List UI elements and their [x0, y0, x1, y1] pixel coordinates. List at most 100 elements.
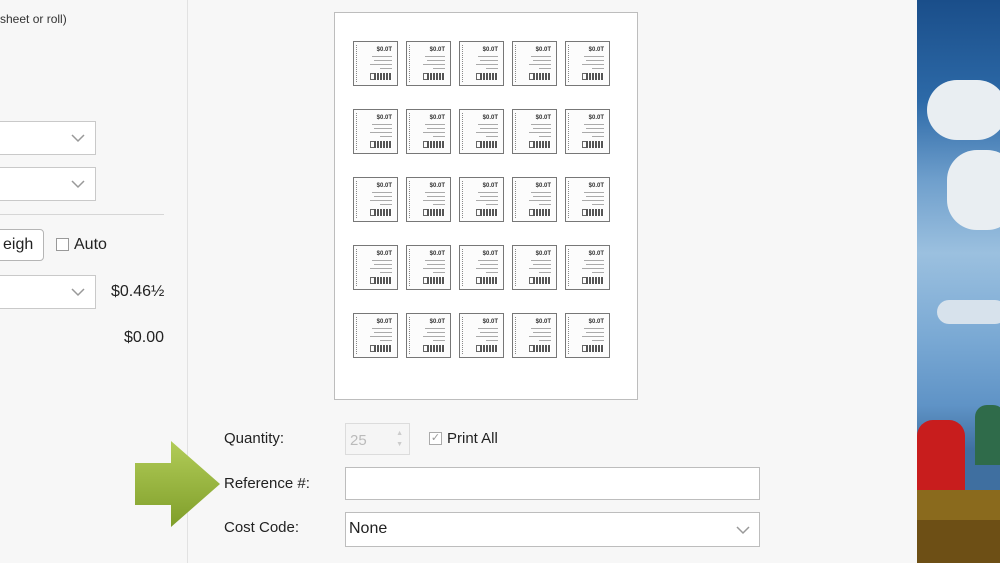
stamp-text-line: [531, 260, 551, 261]
stamp-text-line: [374, 128, 392, 129]
perforation: [462, 317, 466, 354]
stamp-text-line: [592, 136, 604, 137]
stamp-text-line: [531, 192, 551, 193]
perforation: [356, 113, 360, 150]
stamp-label: $0.0T: [353, 109, 398, 154]
stamp-text-line: [423, 132, 445, 133]
stamp-label: $0.0T: [406, 177, 451, 222]
reference-input[interactable]: [345, 467, 760, 500]
mail-class-select[interactable]: [0, 167, 96, 201]
stamp-price: $0.0T: [429, 183, 445, 189]
divider: [0, 214, 164, 215]
stamp-label: $0.0T: [512, 109, 557, 154]
stamp-label: $0.0T: [512, 313, 557, 358]
stamp-text-line: [425, 124, 445, 125]
barcode-icon: [480, 209, 498, 216]
stamp-text-line: [486, 136, 498, 137]
stamp-text-line: [478, 260, 498, 261]
stamp-text-line: [529, 336, 551, 337]
stamp-label: $0.0T: [353, 41, 398, 86]
auto-label: Auto: [74, 236, 107, 253]
stamp-text-line: [380, 272, 392, 273]
stamp-text-line: [423, 64, 445, 65]
barcode-icon: [533, 73, 551, 80]
barcode-icon: [586, 345, 604, 352]
stamp-text-line: [478, 124, 498, 125]
auto-checkbox[interactable]: [56, 238, 69, 251]
perforation: [356, 181, 360, 218]
perforation: [568, 317, 572, 354]
perforation: [568, 113, 572, 150]
perforation: [356, 45, 360, 82]
stamp-price: $0.0T: [482, 47, 498, 53]
mailbox: [917, 420, 965, 490]
perforation: [462, 181, 466, 218]
stamp-text-line: [531, 328, 551, 329]
stamp-text-line: [370, 200, 392, 201]
stamp-label: $0.0T: [459, 41, 504, 86]
stamp-price: $0.0T: [535, 251, 551, 257]
stamp-price: $0.0T: [376, 115, 392, 121]
barcode-icon: [427, 277, 445, 284]
perforation: [409, 45, 413, 82]
perforation: [462, 249, 466, 286]
stamp-price: $0.0T: [588, 251, 604, 257]
label-type-select[interactable]: [0, 121, 96, 155]
stamp-text-line: [584, 260, 604, 261]
stamp-label: $0.0T: [565, 109, 610, 154]
stamp-text-line: [372, 56, 392, 57]
post: [917, 520, 1000, 563]
stamp-price: $0.0T: [482, 319, 498, 325]
barcode-icon: [586, 73, 604, 80]
stamp-text-line: [486, 68, 498, 69]
stamp-text-line: [425, 56, 445, 57]
stamp-text-line: [433, 340, 445, 341]
stamp-text-line: [380, 136, 392, 137]
stamp-price: $0.0T: [429, 251, 445, 257]
stamp-text-line: [478, 328, 498, 329]
stepper-arrows-icon[interactable]: ▲ ▼: [396, 428, 403, 450]
print-all-checkbox[interactable]: ✓: [429, 432, 442, 445]
chevron-down-icon: [71, 180, 85, 189]
stamp-text-line: [529, 268, 551, 269]
stamp-text-line: [480, 196, 498, 197]
stamp-text-line: [427, 332, 445, 333]
print-preview-area: $0.0T $0.0T $0.0T $0.0T $0.0T $0.0T $0.0T $0.0T…: [188, 0, 917, 563]
barcode-icon: [374, 209, 392, 216]
stamp-text-line: [539, 68, 551, 69]
cost-code-value: None: [349, 520, 388, 537]
stamp-text-line: [584, 124, 604, 125]
stamp-label: $0.0T: [512, 245, 557, 290]
stamp-text-line: [374, 264, 392, 265]
stamp-price: $0.0T: [376, 319, 392, 325]
stamp-text-line: [592, 272, 604, 273]
stamp-text-line: [584, 328, 604, 329]
extra-services-select[interactable]: [0, 275, 96, 309]
barcode-icon: [374, 277, 392, 284]
perforation: [568, 249, 572, 286]
cloud: [947, 150, 1000, 230]
stamp-text-line: [427, 60, 445, 61]
stamp-text-line: [486, 204, 498, 205]
stamp-text-line: [582, 200, 604, 201]
stamp-text-line: [433, 68, 445, 69]
stamp-text-line: [476, 132, 498, 133]
stamp-text-line: [425, 260, 445, 261]
quantity-stepper[interactable]: 25 ▲ ▼: [345, 423, 410, 455]
barcode-icon: [533, 345, 551, 352]
stamp-label: $0.0T: [459, 109, 504, 154]
perforation: [568, 45, 572, 82]
stamp-text-line: [539, 340, 551, 341]
mailbox: [975, 405, 1000, 465]
stamp-text-line: [380, 68, 392, 69]
cost-code-select[interactable]: None: [345, 512, 760, 547]
stamp-text-line: [533, 332, 551, 333]
stamp-label: $0.0T: [406, 41, 451, 86]
stamp-text-line: [480, 60, 498, 61]
stamp-text-line: [374, 332, 392, 333]
stamp-text-line: [586, 196, 604, 197]
weigh-button[interactable]: eigh: [0, 229, 44, 261]
cloud: [927, 80, 1000, 140]
stamp-text-line: [372, 124, 392, 125]
stamp-text-line: [423, 268, 445, 269]
